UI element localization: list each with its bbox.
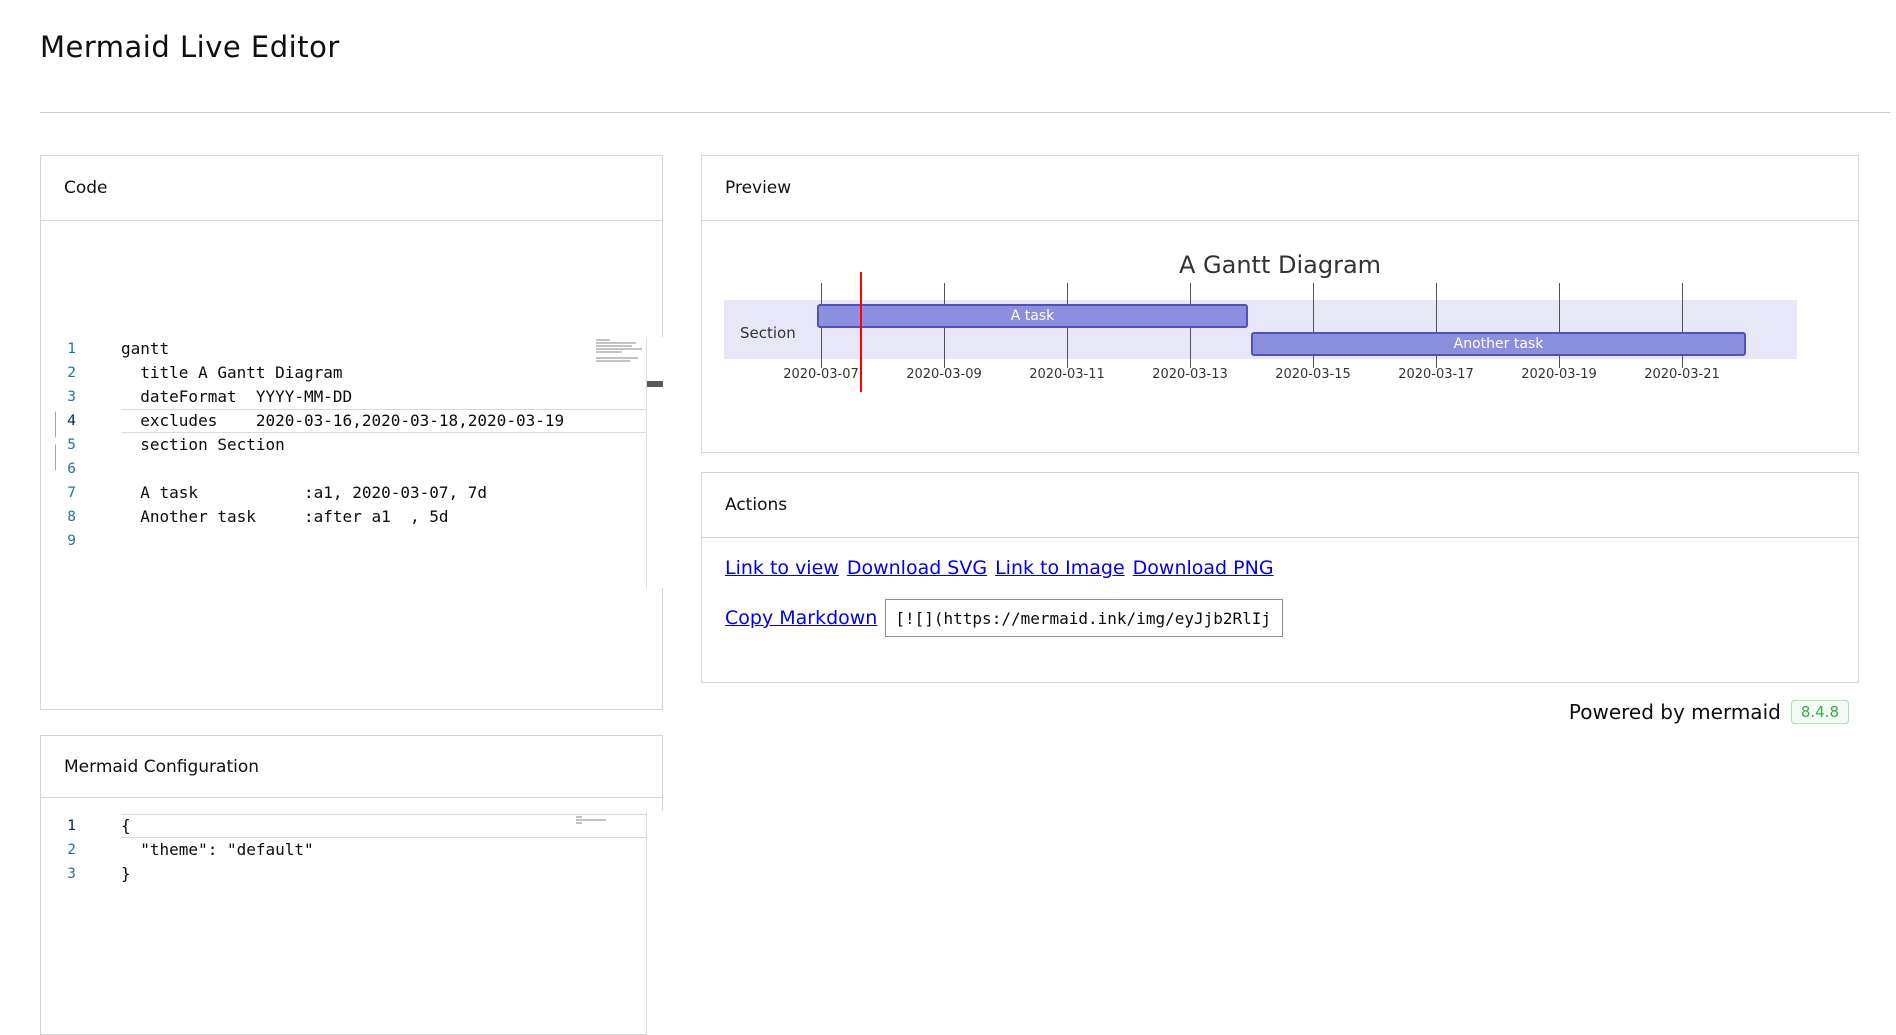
markdown-url-input[interactable] (885, 599, 1283, 637)
version-badge: 8.4.8 (1791, 700, 1849, 724)
gantt-axis-date: 2020-03-15 (1275, 367, 1351, 382)
gantt-axis-date: 2020-03-11 (1029, 367, 1105, 382)
config-line-current[interactable]: 1{ (56, 814, 648, 838)
gantt-axis-date: 2020-03-21 (1644, 367, 1720, 382)
line-number: 3 (56, 862, 101, 886)
gantt-bar-label: Another task (1454, 336, 1544, 352)
link-to-view[interactable]: Link to view (725, 557, 839, 579)
config-panel: Mermaid Configuration 1{ 2 "theme": "def… (40, 735, 663, 1035)
line-number: 8 (56, 505, 101, 529)
download-png-link[interactable]: Download PNG (1133, 557, 1274, 579)
code-line[interactable]: 6 (56, 457, 648, 481)
editor-minimap[interactable] (596, 339, 644, 363)
code-line[interactable]: 8 Another task :after a1 , 5d (56, 505, 648, 529)
gantt-axis-date: 2020-03-07 (783, 367, 859, 382)
page-title: Mermaid Live Editor (40, 30, 340, 64)
code-line[interactable]: 2 title A Gantt Diagram (56, 361, 648, 385)
gantt-section-label: Section (740, 324, 796, 342)
gantt-axis-date: 2020-03-09 (906, 367, 982, 382)
actions-panel: Actions Link to view Download SVG Link t… (701, 472, 1859, 683)
gantt-axis-date: 2020-03-13 (1152, 367, 1228, 382)
line-number: 2 (56, 361, 101, 385)
link-to-image[interactable]: Link to Image (995, 557, 1125, 579)
code-line[interactable]: 1gantt (56, 337, 648, 361)
line-number: 1 (56, 814, 101, 838)
line-number: 5 (56, 433, 101, 457)
editor-scrollbar[interactable] (646, 337, 664, 588)
actions-panel-header: Actions (702, 473, 1858, 538)
code-line[interactable]: 5 section Section (56, 433, 648, 457)
line-number: 1 (56, 337, 101, 361)
line-number: 3 (56, 385, 101, 409)
config-line[interactable]: 2 "theme": "default" (56, 838, 648, 862)
gantt-today-marker (860, 272, 862, 392)
line-number: 6 (56, 457, 101, 481)
editor-cursor-marker[interactable] (647, 381, 663, 387)
action-links: Link to view Download SVG Link to Image … (725, 557, 1274, 579)
gantt-bar-another-task: Another task (1251, 332, 1746, 356)
code-line[interactable]: 9 (56, 529, 648, 553)
copy-markdown-row: Copy Markdown (725, 599, 1283, 637)
config-editor-minimap[interactable] (576, 816, 616, 825)
code-editor[interactable]: 1gantt 2 title A Gantt Diagram 3 dateFor… (56, 337, 648, 589)
line-number: 2 (56, 838, 101, 862)
config-panel-header: Mermaid Configuration (41, 736, 662, 798)
gantt-axis-date: 2020-03-17 (1398, 367, 1474, 382)
powered-by-text: Powered by mermaid (1569, 700, 1781, 724)
code-line[interactable]: 7 A task :a1, 2020-03-07, 7d (56, 481, 648, 505)
powered-by: Powered by mermaid 8.4.8 (1569, 700, 1849, 724)
code-line-current[interactable]: 4 excludes 2020-03-16,2020-03-18,2020-03… (56, 409, 648, 433)
copy-markdown-link[interactable]: Copy Markdown (725, 607, 877, 629)
line-number: 7 (56, 481, 101, 505)
gantt-title: A Gantt Diagram (702, 251, 1858, 279)
code-panel-header: Code (41, 156, 662, 221)
preview-panel: Preview A Gantt Diagram Section A task A… (701, 155, 1859, 453)
config-editor-scrollbar[interactable] (646, 811, 664, 1035)
preview-panel-header: Preview (702, 156, 1858, 221)
divider (40, 112, 1890, 113)
config-line[interactable]: 3} (56, 862, 648, 886)
line-number: 4 (56, 409, 101, 433)
gantt-axis-date: 2020-03-19 (1521, 367, 1597, 382)
config-editor[interactable]: 1{ 2 "theme": "default" 3} (56, 814, 648, 894)
gantt-bar-label: A task (1011, 308, 1055, 324)
code-panel: Code Load sample diagram : Flow Chart Se… (40, 155, 663, 710)
download-svg-link[interactable]: Download SVG (847, 557, 987, 579)
gantt-bar-a-task: A task (817, 304, 1248, 328)
code-line[interactable]: 3 dateFormat YYYY-MM-DD (56, 385, 648, 409)
line-number: 9 (56, 529, 101, 553)
